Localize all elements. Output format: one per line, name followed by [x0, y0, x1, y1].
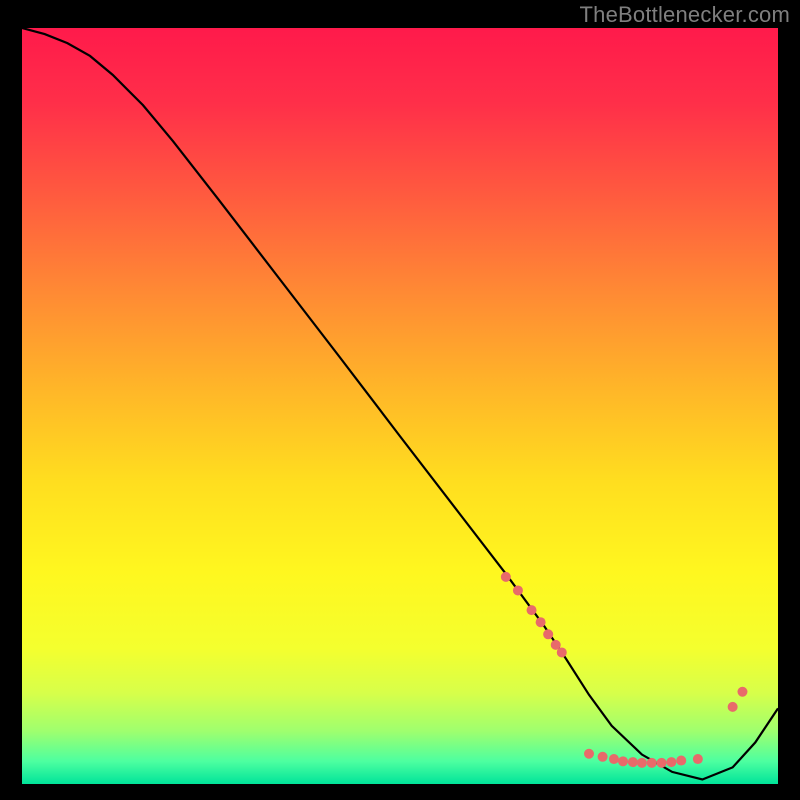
scatter-point	[728, 702, 738, 712]
scatter-point	[527, 605, 537, 615]
plot-area	[22, 28, 778, 784]
scatter-point	[647, 758, 657, 768]
scatter-point	[598, 752, 608, 762]
scatter-point	[666, 757, 676, 767]
scatter-point	[618, 756, 628, 766]
scatter-point	[557, 647, 567, 657]
scatter-point	[536, 617, 546, 627]
scatter-point	[693, 754, 703, 764]
scatter-point	[513, 585, 523, 595]
scatter-point	[737, 687, 747, 697]
attribution-label: TheBottlenecker.com	[580, 2, 790, 28]
chart-stage: TheBottlenecker.com	[0, 0, 800, 800]
scatter-point	[501, 572, 511, 582]
scatter-point	[657, 758, 667, 768]
scatter-point	[609, 754, 619, 764]
scatter-point	[628, 757, 638, 767]
scatter-point	[676, 756, 686, 766]
chart-svg	[22, 28, 778, 784]
scatter-point	[637, 758, 647, 768]
scatter-point	[584, 749, 594, 759]
scatter-point	[543, 629, 553, 639]
gradient-background	[22, 28, 778, 784]
